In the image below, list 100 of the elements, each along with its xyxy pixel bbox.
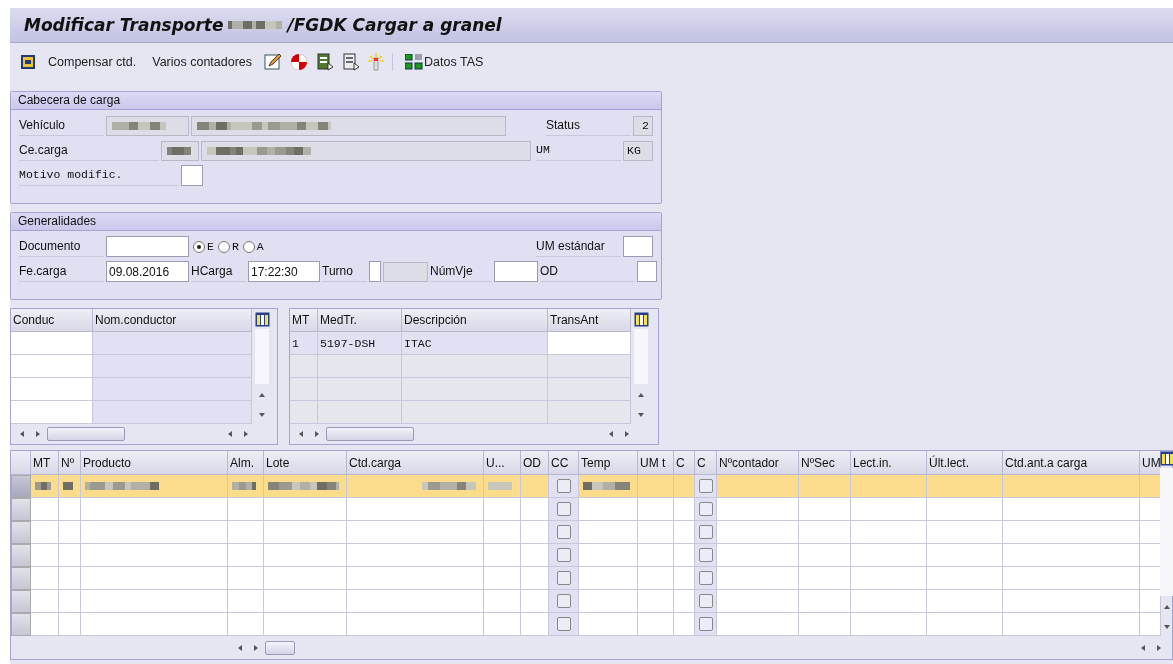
column-header[interactable]: Ctd.carga (347, 451, 484, 475)
scroll-down-button[interactable] (258, 411, 266, 419)
checkbox[interactable] (556, 525, 571, 539)
column-header[interactable]: C (695, 451, 717, 475)
table-row[interactable] (11, 567, 1161, 590)
row-selector[interactable] (11, 521, 31, 544)
toolbar-button[interactable]: Varios contadores (148, 53, 257, 71)
table-cell[interactable] (11, 378, 93, 401)
scroll-left-button[interactable] (18, 430, 26, 438)
scroll-right-button[interactable] (623, 430, 631, 438)
column-header[interactable]: UM t (638, 451, 674, 475)
column-header[interactable]: Lect.in. (851, 451, 927, 475)
column-header[interactable]: C (674, 451, 695, 475)
column-header[interactable]: Nom.conductor (93, 309, 252, 332)
screen-icon[interactable] (20, 54, 36, 70)
input-field[interactable] (637, 261, 657, 282)
lifebuoy-icon[interactable] (290, 53, 309, 71)
toolbar-button[interactable]: Compensar ctd. (44, 53, 141, 71)
scroll-up-button[interactable] (258, 391, 266, 399)
table-row[interactable] (11, 544, 1161, 567)
scroll-right-button[interactable] (313, 430, 321, 438)
column-header[interactable]: Últ.lect. (927, 451, 1003, 475)
row-selector[interactable] (11, 613, 31, 636)
scroll-up-button[interactable] (637, 391, 645, 399)
column-settings-icon[interactable] (633, 312, 649, 327)
scroll-up-button[interactable] (1163, 603, 1171, 611)
row-selector[interactable] (11, 590, 31, 613)
column-settings-icon[interactable] (254, 312, 270, 327)
input-field[interactable] (106, 236, 189, 257)
scroll-right-button[interactable] (34, 430, 42, 438)
checkbox[interactable] (698, 571, 713, 585)
checkbox[interactable] (698, 525, 713, 539)
document-icon[interactable] (342, 53, 361, 71)
table-cell[interactable] (11, 355, 93, 378)
row-selector[interactable] (11, 567, 31, 590)
lamp-icon[interactable] (368, 53, 385, 71)
scroll-left-button[interactable] (1139, 643, 1147, 652)
select-all-button[interactable] (11, 451, 31, 475)
row-selector[interactable] (11, 544, 31, 567)
table-row[interactable] (11, 521, 1161, 544)
checkbox[interactable] (698, 479, 713, 493)
checkbox[interactable] (556, 571, 571, 585)
column-header[interactable]: Lote (264, 451, 347, 475)
scrollbar-thumb[interactable] (47, 427, 125, 441)
column-header[interactable]: MedTr. (318, 309, 402, 332)
column-header[interactable]: Ctd.ant.a carga (1003, 451, 1140, 475)
checkbox[interactable] (556, 617, 571, 631)
table-row[interactable] (11, 498, 1161, 521)
table-cell[interactable] (11, 332, 93, 355)
column-header[interactable]: OD (521, 451, 549, 475)
scrollbar-thumb[interactable] (326, 427, 414, 441)
table-row[interactable] (11, 475, 1161, 498)
column-header[interactable]: NºSec (799, 451, 851, 475)
checkbox[interactable] (556, 479, 571, 493)
checkbox[interactable] (556, 502, 571, 516)
scroll-right-button[interactable] (1155, 643, 1163, 652)
column-header[interactable]: CC (549, 451, 579, 475)
table-cell[interactable] (548, 332, 631, 355)
scrollbar-thumb[interactable] (265, 640, 295, 655)
checkbox[interactable] (556, 548, 571, 562)
input-field[interactable] (623, 236, 653, 257)
column-header[interactable]: Descripción (402, 309, 548, 332)
input-field[interactable] (369, 261, 381, 282)
scroll-left-button[interactable] (297, 430, 305, 438)
scroll-right-button[interactable] (242, 430, 250, 438)
time-field[interactable]: 17:22:30 (248, 261, 320, 282)
column-header[interactable]: UM (1140, 451, 1161, 475)
row-selector[interactable] (11, 498, 31, 521)
scroll-down-button[interactable] (1163, 623, 1171, 631)
input-field[interactable] (494, 261, 538, 282)
column-header[interactable]: Alm. (228, 451, 264, 475)
field-label: Documento (19, 236, 104, 257)
scroll-left-button[interactable] (226, 430, 234, 438)
scroll-left-button[interactable] (607, 430, 615, 438)
scrollbar-track[interactable] (1160, 468, 1173, 596)
date-field[interactable]: 09.08.2016 (106, 261, 189, 282)
input-field[interactable] (181, 165, 203, 186)
checkbox[interactable] (556, 594, 571, 608)
column-header[interactable]: U... (484, 451, 521, 475)
checkbox[interactable] (698, 548, 713, 562)
column-header[interactable]: Producto (81, 451, 228, 475)
document-icon[interactable] (316, 53, 335, 71)
column-header[interactable]: Nº (59, 451, 81, 475)
column-header[interactable]: Temp (579, 451, 638, 475)
checkbox[interactable] (698, 617, 713, 631)
toolbar-button[interactable]: Datos TAS (401, 52, 488, 72)
scroll-left-button[interactable] (236, 643, 244, 652)
checkbox[interactable] (698, 502, 713, 516)
table-cell[interactable] (11, 401, 93, 424)
column-header[interactable]: MT (31, 451, 59, 475)
column-header[interactable]: TransAnt (548, 309, 631, 332)
column-header[interactable]: Conduc (11, 309, 93, 332)
scroll-right-button[interactable] (252, 643, 260, 652)
field-label: Turno (322, 261, 367, 282)
checkbox[interactable] (698, 594, 713, 608)
column-header[interactable]: Nºcontador (717, 451, 799, 475)
panel-title: Cabecera de carga (11, 92, 661, 110)
column-header[interactable]: MT (290, 309, 318, 332)
pencil-icon[interactable] (264, 53, 283, 71)
scroll-down-button[interactable] (637, 411, 645, 419)
